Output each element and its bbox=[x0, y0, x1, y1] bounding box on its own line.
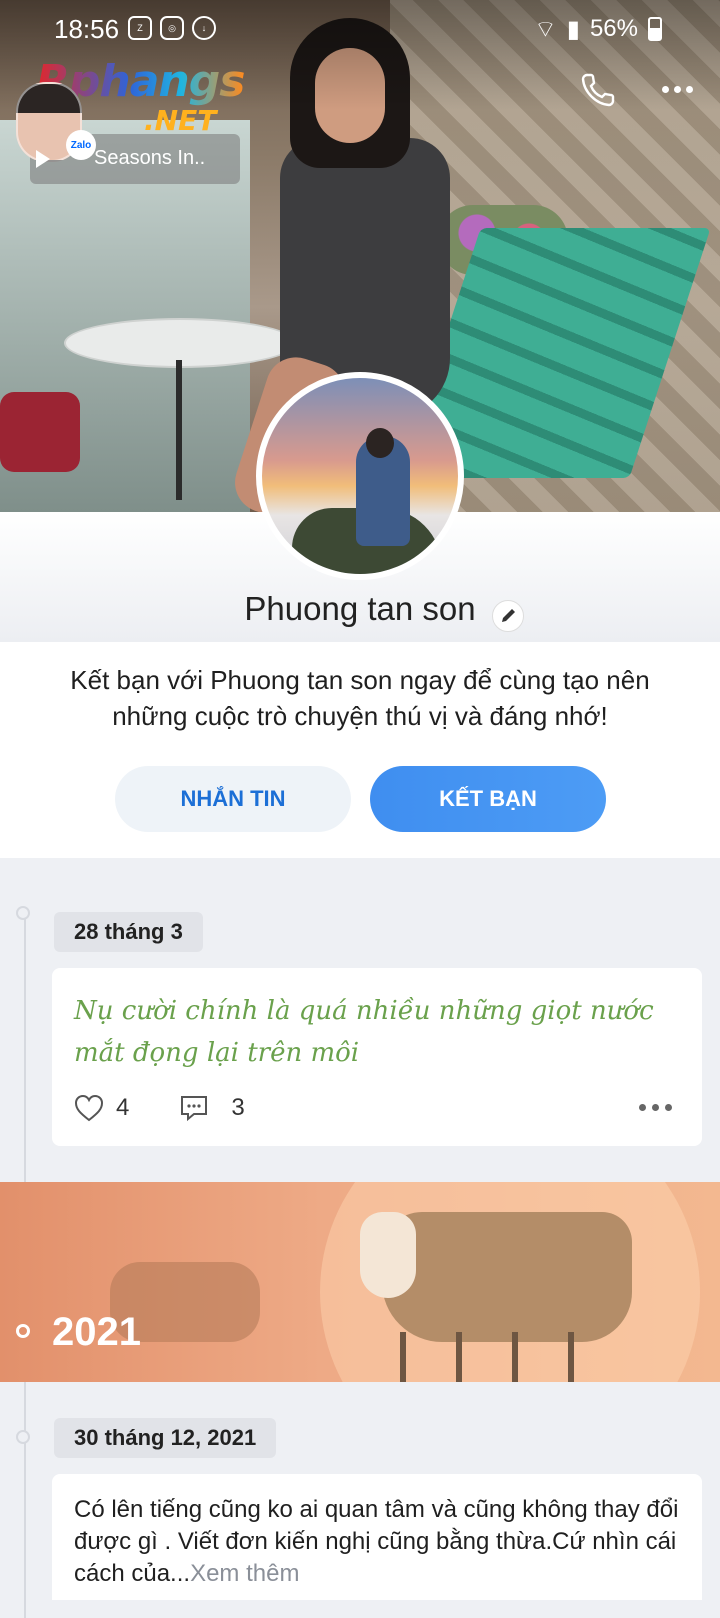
year-banner: 2021 bbox=[0, 1182, 720, 1382]
see-more-link[interactable]: Xem thêm bbox=[190, 1560, 299, 1587]
add-friend-button[interactable]: KẾT BẠN bbox=[370, 766, 606, 832]
battery-level: 56% bbox=[589, 15, 638, 42]
like-count[interactable]: 4 bbox=[116, 1094, 129, 1122]
wifi-icon: ⌔ bbox=[534, 16, 557, 43]
zalo-icon: Z bbox=[128, 16, 152, 40]
cow-head bbox=[360, 1212, 416, 1298]
post-date: 30 tháng 12, 2021 bbox=[54, 1418, 277, 1458]
music-title[interactable]: Seasons In.. bbox=[94, 147, 205, 170]
profile-avatar[interactable] bbox=[256, 372, 464, 580]
invite-text: Kết bạn với Phuong tan son ngay để cùng … bbox=[70, 665, 650, 731]
timeline-dot bbox=[16, 1430, 30, 1444]
timeline-dot bbox=[16, 1324, 30, 1338]
message-button[interactable]: NHẮN TIN bbox=[115, 766, 351, 832]
timeline-dot bbox=[16, 906, 30, 920]
watermark-logo-suffix: .NET bbox=[144, 104, 217, 137]
download-icon: ↓ bbox=[192, 16, 216, 40]
profile-name: Phuong tan son bbox=[244, 590, 476, 627]
post-card[interactable]: Có lên tiếng cũng ko ai quan tâm và cũng… bbox=[52, 1474, 702, 1600]
edit-icon[interactable] bbox=[492, 600, 524, 632]
post-actions: 4 3 bbox=[74, 1094, 245, 1122]
play-icon[interactable] bbox=[36, 150, 50, 168]
phone-icon[interactable] bbox=[578, 70, 618, 110]
cow-legs bbox=[400, 1332, 620, 1382]
post-more-icon[interactable] bbox=[639, 1104, 672, 1111]
comment-icon[interactable] bbox=[179, 1094, 209, 1122]
year-label: 2021 bbox=[52, 1310, 141, 1354]
cover-cushion bbox=[0, 392, 80, 472]
post-body: Có lên tiếng cũng ko ai quan tâm và cũng… bbox=[74, 1496, 679, 1587]
post-card[interactable]: Nụ cười chính là quá nhiều những giọt nư… bbox=[52, 968, 702, 1146]
status-time: 18:56 bbox=[54, 14, 120, 44]
status-bar: 18:56 Z ◎ ↓ ⌔ ▮ 56% bbox=[0, 0, 720, 60]
instagram-icon: ◎ bbox=[160, 16, 184, 40]
post-text[interactable]: Nụ cười chính là quá nhiều những giọt nư… bbox=[74, 990, 674, 1074]
invite-section: Kết bạn với Phuong tan son ngay để cùng … bbox=[0, 642, 720, 858]
post-text[interactable]: Có lên tiếng cũng ko ai quan tâm và cũng… bbox=[74, 1494, 684, 1590]
battery-icon bbox=[648, 17, 662, 41]
heart-icon[interactable] bbox=[74, 1094, 104, 1122]
more-options-icon[interactable] bbox=[662, 86, 693, 93]
cover-table-leg bbox=[176, 360, 182, 500]
post-date: 28 tháng 3 bbox=[54, 912, 203, 952]
zalo-badge-icon: Zalo bbox=[66, 130, 96, 160]
signal-icon: ▮ bbox=[566, 15, 580, 43]
comment-count[interactable]: 3 bbox=[231, 1094, 244, 1122]
cow-illustration bbox=[382, 1212, 632, 1342]
status-right: ⌔ ▮ 56% bbox=[534, 14, 662, 44]
status-app-icons: Z ◎ ↓ bbox=[128, 16, 216, 40]
